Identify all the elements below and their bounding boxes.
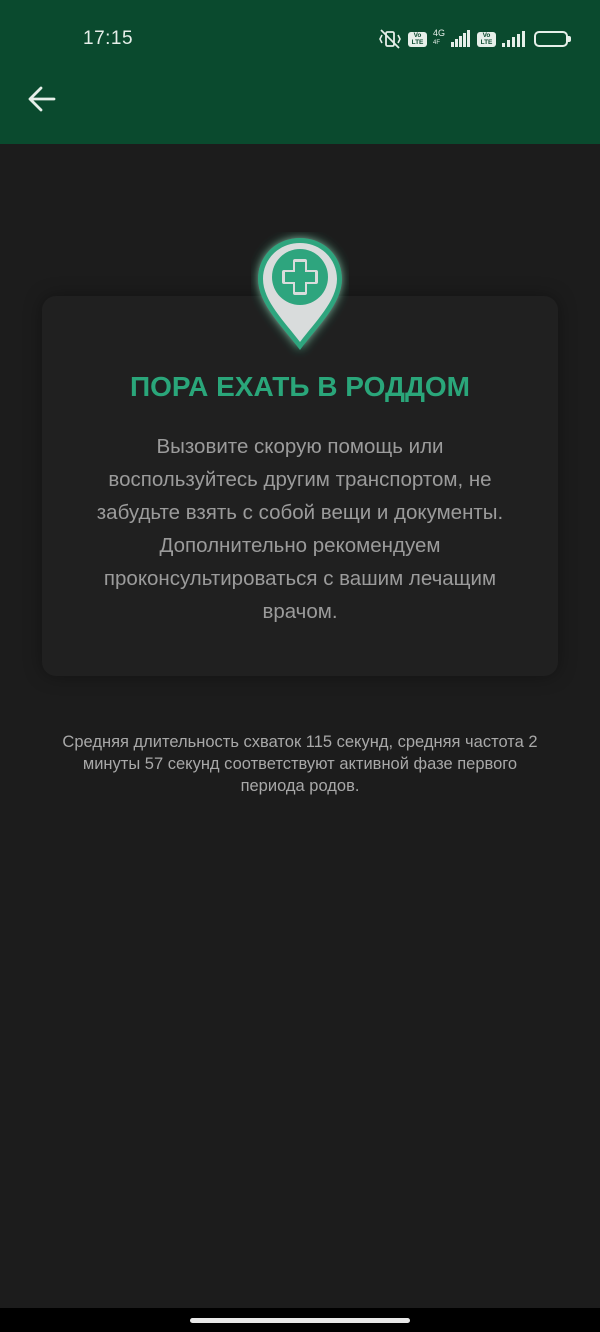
battery-icon: 94 [534,31,571,47]
arrow-left-icon [28,86,56,117]
screen: 17:15 Vo LTE 4G 4F Vo LTE 94 ПОРА ЕХАТЬ … [0,0,600,1332]
status-bar: 17:15 Vo LTE 4G 4F Vo LTE 94 [0,0,600,58]
network-type-indicator: 4G 4F [433,28,446,47]
signal-strength-icon-sim2 [502,30,528,48]
card-body-text: Вызовите скорую помощь или воспользуйтес… [96,435,504,623]
app-bar [0,58,600,144]
status-icons: Vo LTE 4G 4F Vo LTE 94 [378,28,571,50]
map-pin-medical-cross-icon [251,232,349,360]
vibrate-off-icon [378,29,402,49]
status-time: 17:15 [83,28,134,49]
signal-strength-icon-sim1 [451,30,471,48]
battery-level: 94 [544,33,558,45]
navigation-bar [0,1308,600,1332]
home-indicator[interactable] [190,1318,410,1323]
back-button[interactable] [18,78,66,124]
volte-icon-sim2: Vo LTE [477,31,496,47]
card-title: ПОРА ЕХАТЬ В РОДДОМ [129,371,471,402]
contractions-summary: Средняя длительность схваток 115 секунд,… [62,733,538,795]
volte-icon: Vo LTE [408,31,427,47]
